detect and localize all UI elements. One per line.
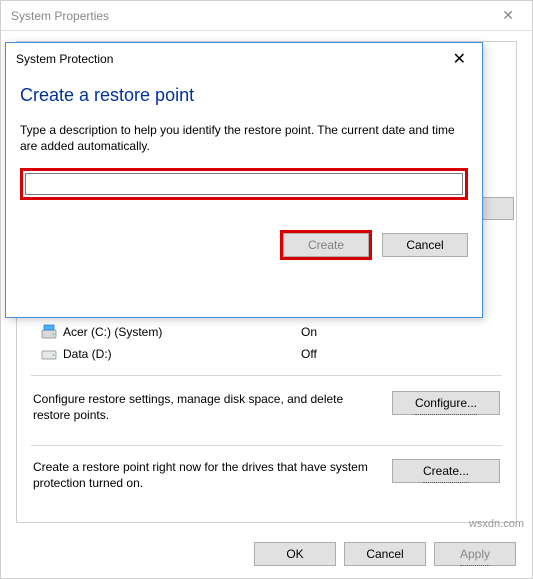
- drive-disk-icon: [41, 346, 57, 362]
- drive-name: Acer (C:) (System): [63, 325, 301, 339]
- close-icon[interactable]: ✕: [447, 49, 472, 69]
- drive-system-icon: [41, 324, 57, 340]
- configure-text: Configure restore settings, manage disk …: [33, 391, 382, 423]
- apply-button: Apply: [434, 542, 516, 566]
- create-section: Create a restore point right now for the…: [33, 459, 500, 491]
- configure-button[interactable]: Configure...: [392, 391, 500, 415]
- modal-titlebar: System Protection ✕: [6, 43, 482, 79]
- create-button-highlight: Create: [280, 230, 372, 260]
- modal-button-row: Create Cancel: [6, 230, 482, 274]
- modal-create-button[interactable]: Create: [283, 233, 369, 257]
- group-divider: [31, 445, 502, 446]
- drive-status: On: [301, 325, 317, 339]
- drive-name: Data (D:): [63, 347, 301, 361]
- drive-row[interactable]: Acer (C:) (System) On: [41, 321, 492, 343]
- group-divider: [31, 375, 502, 376]
- create-point-button[interactable]: Create...: [392, 459, 500, 483]
- apply-button-label: Apply: [460, 543, 490, 566]
- ok-button[interactable]: OK: [254, 542, 336, 566]
- create-section-text: Create a restore point right now for the…: [33, 459, 382, 491]
- system-protection-dialog: System Protection ✕ Create a restore poi…: [5, 42, 483, 318]
- description-input-highlight: [20, 168, 468, 200]
- modal-heading: Create a restore point: [6, 79, 482, 118]
- dialog-button-row: OK Cancel Apply: [254, 542, 516, 566]
- parent-title: System Properties: [11, 9, 109, 23]
- configure-button-label: Configure...: [415, 392, 477, 415]
- modal-description: Type a description to help you identify …: [6, 118, 482, 168]
- parent-close-button[interactable]: ✕: [494, 5, 522, 26]
- modal-cancel-button[interactable]: Cancel: [382, 233, 468, 257]
- cancel-button[interactable]: Cancel: [344, 542, 426, 566]
- parent-titlebar: System Properties ✕: [1, 1, 532, 31]
- drive-row[interactable]: Data (D:) Off: [41, 343, 492, 365]
- restore-point-description-input[interactable]: [25, 173, 463, 195]
- configure-section: Configure restore settings, manage disk …: [33, 391, 500, 423]
- drive-list: Acer (C:) (System) On Data (D:) Off: [41, 321, 492, 365]
- drive-status: Off: [301, 347, 317, 361]
- watermark: wsxdn.com: [469, 518, 524, 530]
- modal-title: System Protection: [16, 52, 113, 66]
- create-point-button-label: Create...: [423, 460, 469, 483]
